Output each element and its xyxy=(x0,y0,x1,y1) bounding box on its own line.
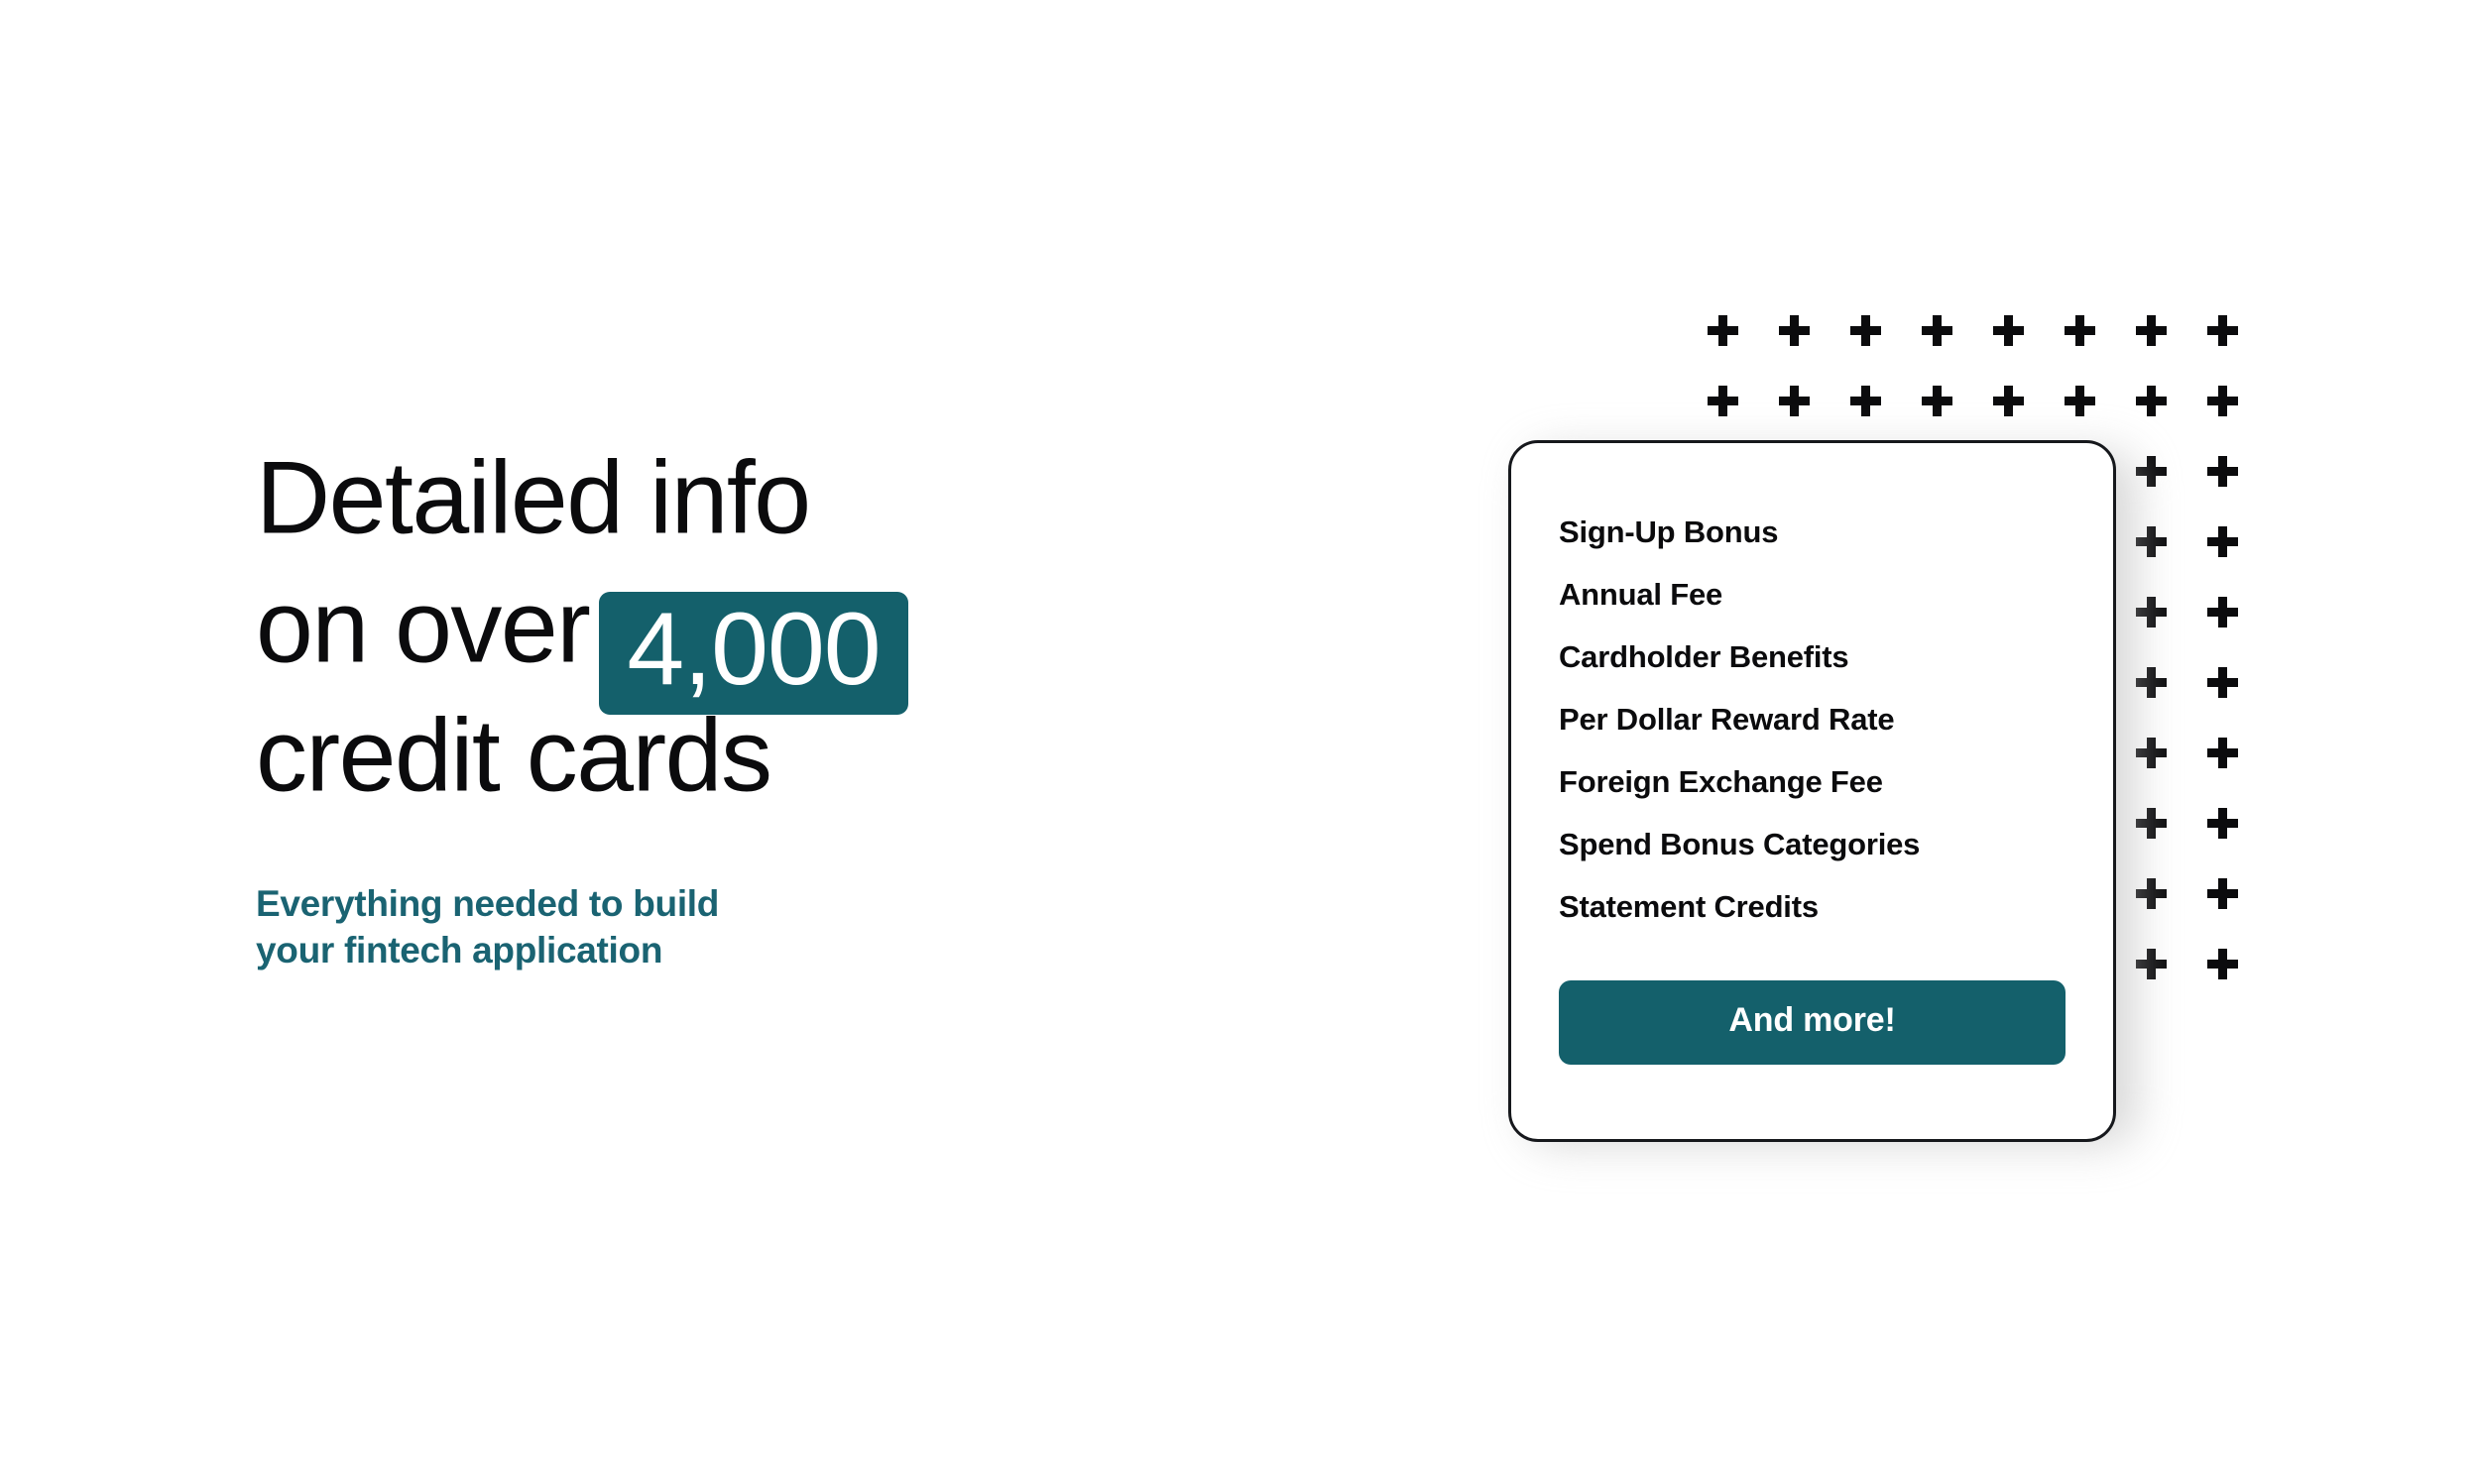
plus-icon xyxy=(2207,949,2238,979)
subtitle-line-2: your fintech application xyxy=(256,930,663,970)
plus-icon xyxy=(2136,526,2167,557)
hero-section: Detailed info on over 4,000 credit cards … xyxy=(0,0,2479,1484)
feature-list-item: Spend Bonus Categories xyxy=(1559,827,1921,861)
plus-icon xyxy=(2136,315,2167,346)
plus-icon xyxy=(1993,315,2024,346)
plus-icon xyxy=(2136,949,2167,979)
plus-icon xyxy=(2207,597,2238,628)
plus-icon xyxy=(2207,386,2238,416)
plus-icon xyxy=(1708,315,1738,346)
feature-list-item: Annual Fee xyxy=(1559,577,1723,612)
plus-icon xyxy=(2136,386,2167,416)
plus-icon xyxy=(2207,667,2238,698)
plus-icon xyxy=(1779,386,1810,416)
plus-icon xyxy=(1850,386,1881,416)
feature-list-item: Cardholder Benefits xyxy=(1559,639,1849,674)
page-title: Detailed info on over 4,000 credit cards xyxy=(256,426,1069,814)
plus-icon xyxy=(1993,386,2024,416)
plus-icon xyxy=(2136,878,2167,909)
features-card: Sign-Up Bonus Annual Fee Cardholder Benefi… xyxy=(1508,440,2116,1142)
and-more-button[interactable]: And more! xyxy=(1559,980,2066,1065)
plus-icon xyxy=(1708,386,1738,416)
headline-line-1-text: Detailed info xyxy=(256,440,811,556)
plus-icon xyxy=(2136,456,2167,487)
plus-icon xyxy=(2207,456,2238,487)
headline-line-2-prefix: on over xyxy=(256,569,591,685)
plus-icon xyxy=(2207,315,2238,346)
feature-list-item: Foreign Exchange Fee xyxy=(1559,764,1883,799)
page-subtitle: Everything needed to build your fintech … xyxy=(256,813,1069,973)
plus-icon xyxy=(2207,526,2238,557)
headline-line-3-text: credit cards xyxy=(256,698,772,814)
plus-icon xyxy=(2136,738,2167,768)
feature-list-item: Sign-Up Bonus xyxy=(1559,514,1779,549)
plus-icon xyxy=(1779,315,1810,346)
plus-icon xyxy=(2207,878,2238,909)
plus-icon xyxy=(1922,315,1952,346)
feature-list-item: Statement Credits xyxy=(1559,889,1819,924)
feature-list-item: Per Dollar Reward Rate xyxy=(1559,702,1895,737)
plus-icon xyxy=(2136,667,2167,698)
headline-line-2: on over 4,000 xyxy=(256,555,1069,715)
plus-icon xyxy=(2065,315,2095,346)
hero-copy: Detailed info on over 4,000 credit cards … xyxy=(256,426,1069,973)
headline-line-3: credit cards xyxy=(256,684,1069,814)
plus-icon xyxy=(2136,597,2167,628)
plus-icon xyxy=(1850,315,1881,346)
headline-line-1: Detailed info xyxy=(256,426,1069,556)
subtitle-line-1: Everything needed to build xyxy=(256,883,720,924)
feature-list: Sign-Up Bonus Annual Fee Cardholder Benefi… xyxy=(1559,501,2066,938)
plus-icon xyxy=(1922,386,1952,416)
plus-icon xyxy=(2136,808,2167,839)
plus-icon xyxy=(2065,386,2095,416)
plus-icon xyxy=(2207,738,2238,768)
plus-icon xyxy=(2207,808,2238,839)
